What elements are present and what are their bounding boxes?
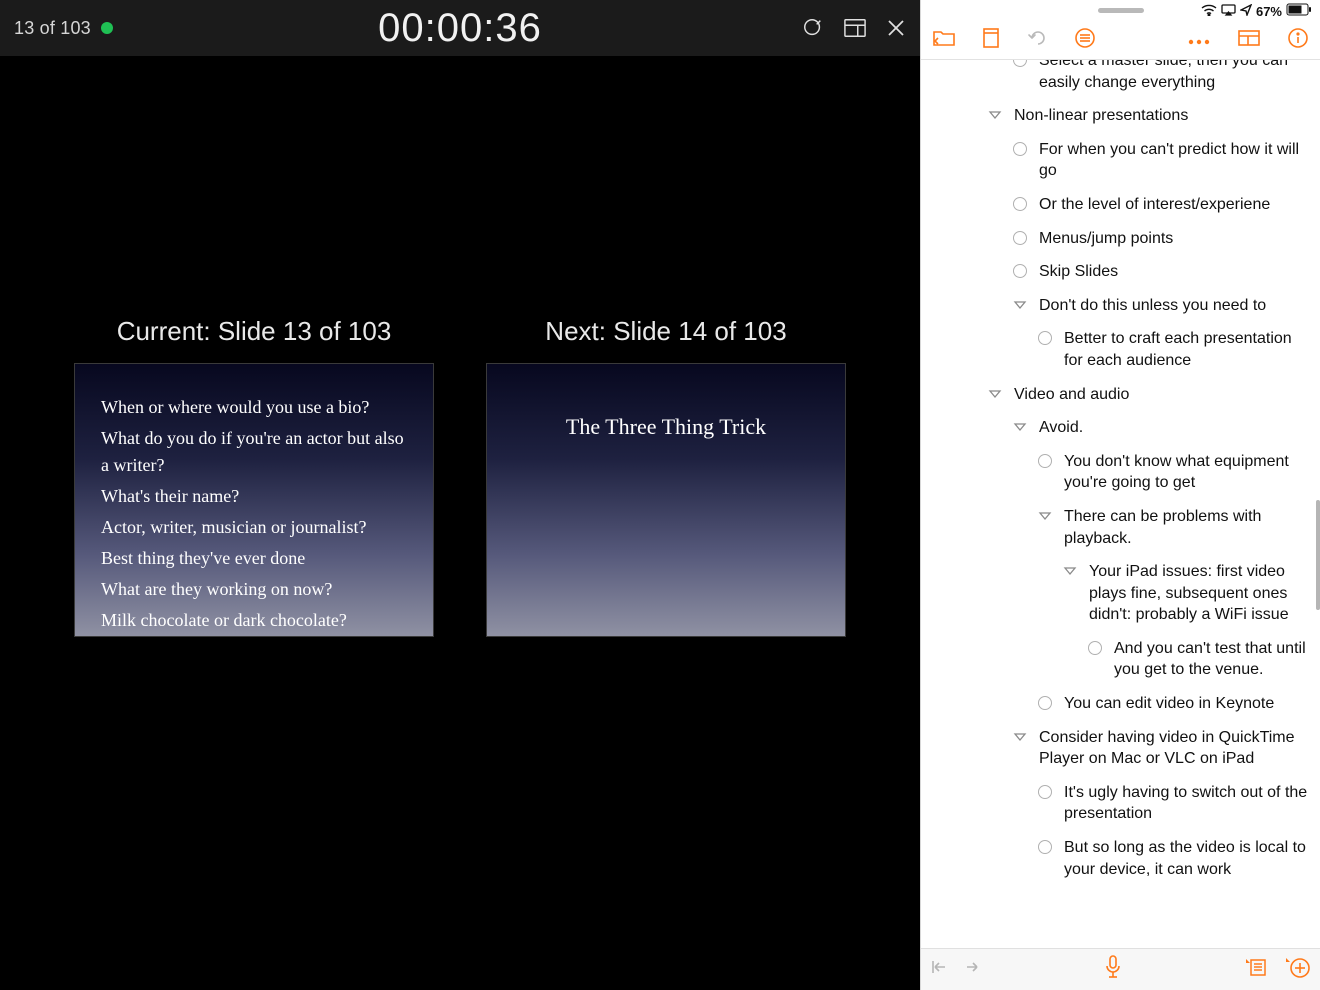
next-sibling-icon[interactable]: [963, 959, 981, 980]
prev-sibling-icon[interactable]: [931, 959, 949, 980]
microphone-icon[interactable]: [1104, 955, 1122, 984]
outline-text[interactable]: For when you can't predict how it will g…: [1039, 139, 1310, 182]
disclosure-triangle-icon[interactable]: [988, 108, 1002, 122]
outline-text[interactable]: You can edit video in Keynote: [1064, 693, 1274, 715]
current-slide-label: Current: Slide 13 of 103: [74, 316, 434, 347]
current-slide-preview[interactable]: When or where would you use a bio? What d…: [74, 363, 434, 637]
bullet-circle-icon: [1013, 60, 1027, 67]
bullet-circle-icon: [1088, 641, 1102, 655]
outline-row[interactable]: Consider having video in QuickTime Playe…: [921, 721, 1320, 776]
presenter-toolbar: 13 of 103 00:00:36: [0, 0, 920, 56]
outline-text[interactable]: And you can't test that until you get to…: [1114, 638, 1310, 681]
document-icon[interactable]: [983, 28, 999, 53]
drag-handle-icon[interactable]: [1098, 8, 1144, 13]
disclosure-triangle-icon[interactable]: [1013, 298, 1027, 312]
bullet-circle-icon: [1038, 840, 1052, 854]
bottom-toolbar: [921, 948, 1320, 990]
documents-icon[interactable]: [933, 29, 955, 52]
outline-text[interactable]: There can be problems with playback.: [1064, 506, 1310, 549]
outline-row[interactable]: Video and audio: [921, 378, 1320, 412]
outline-row[interactable]: There can be problems with playback.: [921, 500, 1320, 555]
close-icon[interactable]: [886, 18, 906, 38]
outline-row[interactable]: It's ugly having to switch out of the pr…: [921, 776, 1320, 831]
disclosure-triangle-icon[interactable]: [1013, 420, 1027, 434]
slide-counter: 13 of 103: [14, 18, 91, 39]
presenter-view: 13 of 103 00:00:36 Current: Slide 13 of: [0, 0, 920, 990]
outline-text[interactable]: Menus/jump points: [1039, 228, 1173, 250]
outline-text[interactable]: Video and audio: [1014, 384, 1129, 406]
outline-text[interactable]: Don't do this unless you need to: [1039, 295, 1266, 317]
more-icon[interactable]: [1188, 32, 1210, 50]
airplay-icon: [1221, 4, 1236, 19]
info-icon[interactable]: [1288, 28, 1308, 53]
bullet-circle-icon: [1038, 785, 1052, 799]
outline-row[interactable]: Avoid.: [921, 411, 1320, 445]
outline-row[interactable]: Your iPad issues: first video plays fine…: [921, 555, 1320, 632]
slide-line: Best thing they've ever done: [101, 545, 407, 572]
bullet-circle-icon: [1013, 231, 1027, 245]
outline-text[interactable]: Select a master slide, then you can easi…: [1039, 60, 1310, 93]
presenter-timer: 00:00:36: [378, 6, 542, 51]
slide-line: When or where would you use a bio?: [101, 394, 407, 421]
outline-app: 67%: [920, 0, 1320, 990]
disclosure-triangle-icon[interactable]: [1013, 730, 1027, 744]
outline-text[interactable]: But so long as the video is local to you…: [1064, 837, 1310, 880]
outline-toolbar: [921, 22, 1320, 60]
outline-list[interactable]: Select a master slide, then you can easi…: [921, 60, 1320, 948]
outline-style-icon[interactable]: [1075, 28, 1095, 53]
outline-row[interactable]: You can edit video in Keynote: [921, 687, 1320, 721]
recording-indicator-icon: [101, 22, 113, 34]
outline-text[interactable]: It's ugly having to switch out of the pr…: [1064, 782, 1310, 825]
next-slide-label: Next: Slide 14 of 103: [486, 316, 846, 347]
outline-text[interactable]: Consider having video in QuickTime Playe…: [1039, 727, 1310, 770]
outline-row[interactable]: Or the level of interest/experiene: [921, 188, 1320, 222]
outline-row[interactable]: Don't do this unless you need to: [921, 289, 1320, 323]
outline-row[interactable]: For when you can't predict how it will g…: [921, 133, 1320, 188]
disclosure-triangle-icon[interactable]: [1038, 509, 1052, 523]
bullet-circle-icon: [1013, 197, 1027, 211]
outline-text[interactable]: Non-linear presentations: [1014, 105, 1188, 127]
outline-row[interactable]: Select a master slide, then you can easi…: [921, 60, 1320, 99]
slide-line: What do you do if you're an actor but al…: [101, 425, 407, 479]
notes-toggle-icon[interactable]: [1244, 957, 1270, 982]
outline-text[interactable]: Better to craft each presentation for ea…: [1064, 328, 1310, 371]
next-slide-title: The Three Thing Trick: [566, 414, 766, 440]
location-icon: [1240, 4, 1252, 19]
bullet-circle-icon: [1038, 454, 1052, 468]
disclosure-triangle-icon[interactable]: [1063, 564, 1077, 578]
bullet-circle-icon: [1013, 142, 1027, 156]
outline-text[interactable]: Avoid.: [1039, 417, 1083, 439]
bullet-circle-icon: [1013, 264, 1027, 278]
outline-text[interactable]: You don't know what equipment you're goi…: [1064, 451, 1310, 494]
slide-line: What's their name?: [101, 483, 407, 510]
disclosure-triangle-icon[interactable]: [988, 387, 1002, 401]
bullet-circle-icon: [1038, 696, 1052, 710]
outline-row[interactable]: Non-linear presentations: [921, 99, 1320, 133]
outline-row[interactable]: Better to craft each presentation for ea…: [921, 322, 1320, 377]
add-row-icon[interactable]: [1284, 956, 1310, 983]
view-icon[interactable]: [1238, 30, 1260, 51]
bullet-circle-icon: [1038, 331, 1052, 345]
layout-icon[interactable]: [844, 18, 866, 38]
scrollbar-thumb[interactable]: [1316, 500, 1320, 610]
next-slide-preview[interactable]: The Three Thing Trick: [486, 363, 846, 637]
outline-row[interactable]: And you can't test that until you get to…: [921, 632, 1320, 687]
slide-line: Milk chocolate or dark chocolate?: [101, 607, 407, 634]
slide-line: Actor, writer, musician or journalist?: [101, 514, 407, 541]
battery-icon: [1286, 3, 1312, 19]
outline-row[interactable]: Skip Slides: [921, 255, 1320, 289]
outline-text[interactable]: Or the level of interest/experiene: [1039, 194, 1270, 216]
outline-text[interactable]: Skip Slides: [1039, 261, 1118, 283]
slide-line: What are they working on now?: [101, 576, 407, 603]
outline-row[interactable]: But so long as the video is local to you…: [921, 831, 1320, 886]
outline-row[interactable]: You don't know what equipment you're goi…: [921, 445, 1320, 500]
annotate-icon[interactable]: [802, 17, 824, 39]
wifi-icon: [1201, 4, 1217, 19]
outline-row[interactable]: Menus/jump points: [921, 222, 1320, 256]
outline-text[interactable]: Your iPad issues: first video plays fine…: [1089, 561, 1310, 626]
battery-percent: 67%: [1256, 4, 1282, 19]
undo-icon[interactable]: [1027, 28, 1047, 53]
